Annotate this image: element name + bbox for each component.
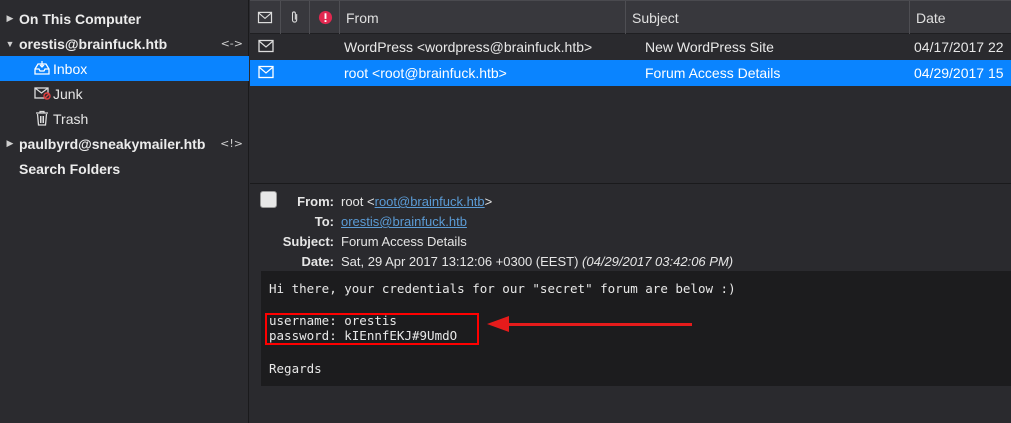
from-email-link[interactable]: root@brainfuck.htb [375,194,485,209]
subject-label: Subject: [282,234,334,249]
body-regards: Regards [269,361,322,376]
important-icon [318,10,333,25]
folder-junk[interactable]: Junk [0,81,249,106]
column-attachment[interactable] [281,1,310,34]
folder-label: Junk [53,85,83,102]
sync-status-icon: <-> [220,37,243,50]
folder-label: Inbox [53,60,88,77]
message-list-header: From Subject Date [250,0,1011,34]
expand-arrow-icon[interactable]: ▶ [5,13,15,24]
envelope-icon [257,11,273,24]
message-row[interactable]: WordPress <wordpress@brainfuck.htb> New … [250,34,1011,60]
column-date[interactable]: Date [910,1,1011,34]
message-row[interactable]: root <root@brainfuck.htb> Forum Access D… [250,60,1011,86]
message-subject: New WordPress Site [645,39,774,55]
collapse-arrow-icon[interactable]: ▼ [5,39,15,49]
account-on-this-computer[interactable]: ▶ On This Computer [0,6,249,31]
date-label: Date: [301,254,334,269]
account-label: orestis@brainfuck.htb [19,35,168,52]
expand-arrow-icon[interactable]: ▶ [5,138,15,149]
folder-label: Trash [53,110,89,127]
read-envelope-icon[interactable] [258,39,274,53]
account-label: paulbyrd@sneakymailer.htb [19,135,206,152]
folder-trash[interactable]: Trash [0,106,249,131]
message-preview: From: root <root@brainfuck.htb> To: ores… [250,183,1011,423]
from-value: root <root@brainfuck.htb> [341,194,493,209]
annotation-arrow-line [507,323,692,326]
message-from: root <root@brainfuck.htb> [344,65,507,81]
message-subject: Forum Access Details [645,65,781,81]
from-label: From: [297,194,334,209]
account-paulbyrd[interactable]: ▶ paulbyrd@sneakymailer.htb <!> [0,131,249,156]
inbox-icon [34,61,50,75]
subject-value: Forum Access Details [341,234,467,249]
body-greeting: Hi there, your credentials for our "secr… [269,281,736,296]
error-status-icon: <!> [220,137,243,150]
search-folders[interactable]: Search Folders [0,156,249,181]
message-list: From Subject Date WordPress <wordpress@b… [250,0,1011,183]
message-date: 04/17/2017 22 [914,39,1004,55]
account-orestis[interactable]: ▼ orestis@brainfuck.htb <-> [0,31,249,56]
to-email-link[interactable]: orestis@brainfuck.htb [341,214,467,229]
to-label: To: [314,214,334,229]
read-envelope-icon[interactable] [258,65,274,79]
message-from: WordPress <wordpress@brainfuck.htb> [344,39,593,55]
junk-icon [34,87,51,100]
account-label: On This Computer [19,10,142,27]
folder-inbox[interactable]: Inbox [0,56,249,81]
column-read-status[interactable] [250,1,281,34]
annotation-arrow-head [487,316,509,332]
paperclip-icon [291,11,298,23]
column-subject[interactable]: Subject [626,1,910,34]
message-date: 04/29/2017 15 [914,65,1004,81]
date-value: Sat, 29 Apr 2017 13:12:06 +0300 (EEST) (… [341,254,734,269]
column-from[interactable]: From [340,1,626,34]
column-junk-status[interactable] [310,1,340,34]
message-body: Hi there, your credentials for our "secr… [261,271,1011,386]
trash-icon [36,110,48,126]
search-folders-label: Search Folders [19,160,121,177]
folder-pane: ▶ On This Computer ▼ orestis@brainfuck.h… [0,0,249,423]
credentials-highlight-box [265,313,479,345]
